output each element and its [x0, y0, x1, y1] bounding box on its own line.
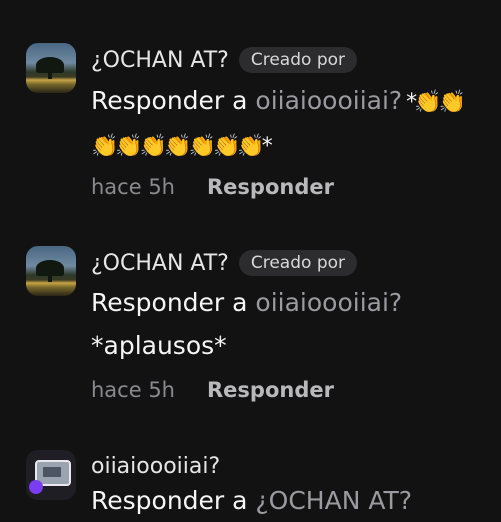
avatar[interactable]: [26, 450, 76, 500]
comment-meta: hace 5h Responder: [91, 378, 334, 402]
avatar[interactable]: [26, 43, 76, 93]
comment-body: Responder a oiiaioooiiai?: [91, 282, 501, 324]
comment-body: Responder a oiiaioooiiai? *👏👏: [91, 80, 501, 124]
creator-badge: Creado por: [238, 47, 357, 73]
mention-link[interactable]: oiiaioooiiai?: [255, 86, 402, 115]
mention-link[interactable]: oiiaioooiiai?: [255, 288, 402, 317]
timestamp: hace 5h: [91, 378, 175, 402]
reply-button[interactable]: Responder: [207, 175, 334, 199]
reply-button[interactable]: Responder: [207, 378, 334, 402]
comment-header: oiiaioooiiai?: [91, 450, 220, 482]
username[interactable]: oiiaioooiiai?: [91, 454, 220, 479]
avatar[interactable]: [26, 246, 76, 296]
avatar-trunk-shape: [48, 69, 52, 79]
avatar-trunk-shape: [48, 272, 52, 282]
comment-body-line2: 👏👏👏👏👏👏👏*: [91, 124, 501, 168]
reply-prefix: Responder a: [91, 288, 256, 317]
timestamp: hace 5h: [91, 175, 175, 199]
username[interactable]: ¿OCHAN AT?: [91, 48, 229, 73]
username[interactable]: ¿OCHAN AT?: [91, 251, 229, 276]
reply-prefix: Responder a: [91, 86, 256, 115]
comment-header: ¿OCHAN AT? Creado por: [91, 44, 357, 76]
clap-emojis-line: 👏👏👏👏👏👏👏*: [91, 134, 273, 159]
comment-body-line2: *aplausos*: [91, 325, 501, 367]
comment-body: Responder a ¿OCHAN AT?: [91, 480, 501, 522]
comment-header: ¿OCHAN AT? Creado por: [91, 247, 357, 279]
clap-emojis: *👏👏: [402, 90, 466, 115]
avatar-dot-shape: [29, 480, 43, 494]
comment-meta: hace 5h Responder: [91, 175, 334, 199]
comment-text: *aplausos*: [91, 331, 227, 360]
creator-badge: Creado por: [238, 250, 357, 276]
